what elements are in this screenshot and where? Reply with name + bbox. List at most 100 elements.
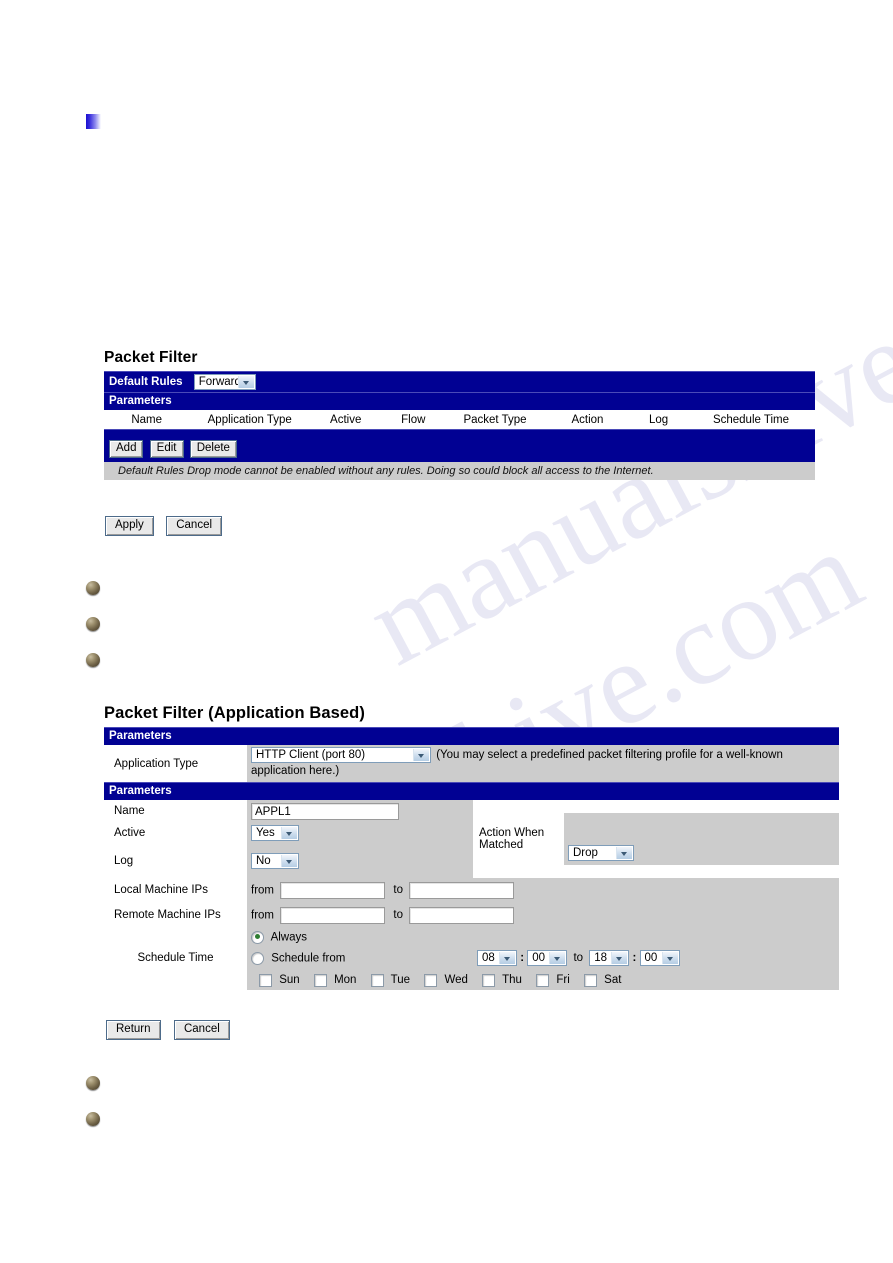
schedule-end-hour-select[interactable]: 18 xyxy=(589,950,630,966)
remote-ip-from-input[interactable] xyxy=(280,906,386,924)
day-checkbox-thu[interactable] xyxy=(482,973,496,987)
schedule-spacer-cell xyxy=(104,928,247,946)
rules-table-row: Name Application Type Active Flow Packet… xyxy=(104,410,815,430)
log-select[interactable]: No xyxy=(251,853,299,869)
bronze-bullet-icon xyxy=(86,617,100,631)
time-separator-2: : xyxy=(632,952,637,965)
column-header-action: Action xyxy=(571,414,604,426)
schedule-end-min-value: 00 xyxy=(644,952,658,964)
schedule-always-cell[interactable]: Always xyxy=(247,928,839,946)
app-parameters-bar-2: Parameters xyxy=(104,782,839,800)
active-select[interactable]: Yes xyxy=(251,825,299,841)
day-checkbox-wed-group[interactable]: Wed xyxy=(424,973,471,987)
day-label-wed: Wed xyxy=(444,974,468,987)
column-header-packet-type: Packet Type xyxy=(463,414,527,426)
schedule-start-min-value: 00 xyxy=(532,952,546,964)
day-checkbox-wed[interactable] xyxy=(424,973,438,987)
note-row: Default Rules Drop mode cannot be enable… xyxy=(104,461,815,480)
rules-actions-row: Add Edit Delete xyxy=(104,437,815,462)
rules-table-cell: Name Application Type Active Flow Packet… xyxy=(104,410,815,430)
schedule-end-min-select[interactable]: 00 xyxy=(639,950,680,966)
rules-header-row: Name Application Type Active Flow Packet… xyxy=(104,410,815,429)
log-select-cell: No xyxy=(247,844,473,878)
column-header-name: Name xyxy=(131,414,162,426)
local-machine-ips-row: Local Machine IPs from to xyxy=(104,878,839,902)
log-value: No xyxy=(256,855,271,867)
default-rules-select[interactable]: Forward xyxy=(193,374,256,390)
name-label: Name xyxy=(104,800,247,822)
action-when-matched-label: Action When Matched xyxy=(473,813,564,865)
schedule-start-hour-select[interactable]: 08 xyxy=(477,950,517,966)
application-type-label: Application Type xyxy=(104,745,247,783)
default-rules-cell: Default Rules Forward xyxy=(104,371,815,393)
name-input[interactable]: APPL1 xyxy=(251,802,399,820)
day-checkbox-fri[interactable] xyxy=(536,973,550,987)
remote-ip-to-input[interactable] xyxy=(409,906,515,924)
default-rules-note: Default Rules Drop mode cannot be enable… xyxy=(104,461,815,480)
delete-button[interactable]: Delete xyxy=(189,439,237,458)
day-checkbox-mon[interactable] xyxy=(313,973,327,987)
parameters-label-1: Parameters xyxy=(104,727,839,745)
day-checkbox-sun-group[interactable]: Sun xyxy=(259,973,303,987)
local-ip-from-input[interactable] xyxy=(280,881,386,899)
cancel-button-app[interactable]: Cancel xyxy=(173,1020,230,1040)
chevron-down-icon xyxy=(237,376,254,388)
action-when-matched-cell: Action When Matched Drop xyxy=(473,800,839,878)
active-value: Yes xyxy=(256,827,275,839)
parameters-label: Parameters xyxy=(104,392,815,410)
day-label-thu: Thu xyxy=(502,974,522,987)
column-header-log: Log xyxy=(648,414,669,426)
chevron-down-icon xyxy=(281,855,297,867)
packet-filter-title: Packet Filter xyxy=(104,349,198,366)
day-checkbox-tue-group[interactable]: Tue xyxy=(370,973,414,987)
log-label: Log xyxy=(104,844,247,878)
remote-machine-ips-cell: from to xyxy=(247,902,839,928)
apply-button[interactable]: Apply xyxy=(105,516,154,536)
application-type-select[interactable]: HTTP Client (port 80) xyxy=(251,747,431,763)
packet-filter-app-panel: Parameters Application Type HTTP Client … xyxy=(104,727,839,990)
time-separator-1: : xyxy=(520,952,525,965)
schedule-start-min-select[interactable]: 00 xyxy=(527,950,568,966)
chevron-down-icon xyxy=(661,952,678,964)
action-when-matched-table: Action When Matched Drop xyxy=(473,813,839,865)
weekdays-cell: Sun Mon Tue Wed Thu Fri Sat xyxy=(247,970,839,990)
day-checkbox-sun[interactable] xyxy=(259,973,272,987)
parameters-label-2: Parameters xyxy=(104,782,839,800)
day-checkbox-sat[interactable] xyxy=(583,973,597,987)
schedule-from-cell[interactable]: Schedule from xyxy=(247,946,473,970)
schedule-time-label: Schedule Time xyxy=(104,946,247,970)
edit-button[interactable]: Edit xyxy=(149,439,184,458)
local-machine-ips-label: Local Machine IPs xyxy=(104,878,247,902)
chevron-down-icon xyxy=(611,952,628,964)
action-when-matched-value-cell: Drop xyxy=(564,813,839,865)
column-header-application-type: Application Type xyxy=(207,414,292,426)
day-label-sun: Sun xyxy=(279,974,300,987)
day-checkbox-sat-group[interactable]: Sat xyxy=(583,973,621,987)
local-ip-to-input[interactable] xyxy=(409,881,515,899)
rules-spacer-row xyxy=(104,429,815,438)
day-checkbox-tue[interactable] xyxy=(370,973,384,987)
chevron-down-icon xyxy=(549,952,566,964)
schedule-always-label: Always xyxy=(270,931,307,944)
day-label-fri: Fri xyxy=(556,974,570,987)
schedule-always-radio[interactable] xyxy=(251,930,264,944)
local-to-label: to xyxy=(393,884,403,897)
day-checkbox-thu-group[interactable]: Thu xyxy=(482,973,525,987)
action-when-matched-select[interactable]: Drop xyxy=(568,845,634,861)
local-machine-ips-cell: from to xyxy=(247,878,839,902)
weekdays-spacer-cell xyxy=(104,970,247,990)
return-button[interactable]: Return xyxy=(106,1020,161,1040)
schedule-from-radio[interactable] xyxy=(251,951,264,965)
schedule-to-label: to xyxy=(573,952,584,965)
cancel-button[interactable]: Cancel xyxy=(166,516,223,536)
day-checkbox-mon-group[interactable]: Mon xyxy=(313,973,360,987)
bronze-bullet-icon xyxy=(86,653,100,667)
day-checkbox-fri-group[interactable]: Fri xyxy=(536,973,573,987)
active-label: Active xyxy=(104,822,247,844)
schedule-end-hour-value: 18 xyxy=(594,952,608,964)
parameters-bar-row: Parameters xyxy=(104,392,815,410)
rules-actions-cell: Add Edit Delete xyxy=(104,437,815,462)
application-type-value: HTTP Client (port 80) xyxy=(256,749,366,761)
add-button[interactable]: Add xyxy=(109,439,144,458)
bronze-bullet-icon xyxy=(86,1076,100,1090)
